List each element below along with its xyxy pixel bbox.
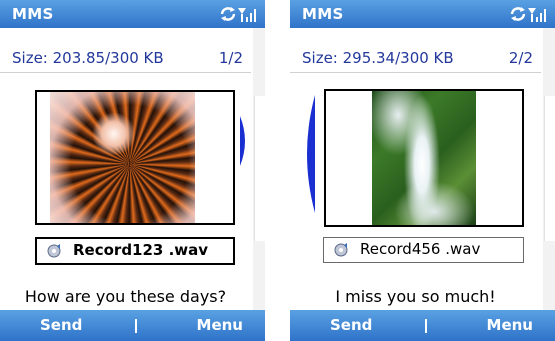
scrollbar[interactable]	[253, 28, 265, 310]
scrollbar[interactable]	[543, 28, 555, 310]
send-softkey[interactable]: Send	[330, 316, 372, 334]
softkey-bar: Send Menu	[290, 310, 555, 341]
softkey-divider	[135, 319, 137, 333]
softkey-divider	[425, 319, 427, 333]
message-text: How are you these days?	[24, 287, 227, 306]
audio-file-icon	[334, 243, 348, 257]
softkey-bar: Send Menu	[0, 310, 265, 341]
app-title: MMS	[12, 5, 54, 23]
message-size: Size: 295.34/300 KB	[302, 49, 454, 67]
scroll-thumb[interactable]	[544, 96, 555, 241]
audio-file-icon	[47, 244, 61, 258]
previous-slide-arrow-icon[interactable]	[305, 95, 315, 213]
message-size: Size: 203.85/300 KB	[12, 49, 164, 67]
flower-photo	[50, 92, 195, 223]
audio-attachment[interactable]: Record456 .wav	[323, 237, 524, 263]
menu-softkey[interactable]: Menu	[197, 316, 243, 334]
message-size-row: Size: 295.34/300 KB 2/2	[290, 46, 541, 73]
next-slide-arrow-icon[interactable]	[240, 116, 250, 166]
title-bar: MMS	[290, 0, 555, 28]
audio-attachment[interactable]: Record123 .wav	[35, 237, 235, 265]
phone-screen-2: MMS Size: 295.34/300 KB 2/2 Record456 .w…	[290, 0, 555, 341]
audio-file-name: Record123 .wav	[73, 241, 209, 259]
audio-file-name: Record456 .wav	[360, 240, 481, 258]
message-text: I miss you so much!	[335, 287, 496, 306]
slide-counter: 1/2	[218, 49, 243, 67]
waterfall-photo	[372, 91, 476, 225]
phone-screen-1: MMS Size: 203.85/300 KB 1/2 Record123 .w…	[0, 0, 265, 341]
title-bar: MMS	[0, 0, 265, 28]
app-title: MMS	[302, 5, 344, 23]
image-attachment[interactable]	[324, 89, 524, 227]
image-attachment[interactable]	[35, 90, 235, 225]
scroll-thumb[interactable]	[254, 96, 265, 241]
signal-icon	[510, 7, 546, 22]
menu-softkey[interactable]: Menu	[487, 316, 533, 334]
message-size-row: Size: 203.85/300 KB 1/2	[0, 46, 251, 73]
send-softkey[interactable]: Send	[40, 316, 82, 334]
slide-counter: 2/2	[508, 49, 533, 67]
signal-icon	[220, 7, 256, 22]
